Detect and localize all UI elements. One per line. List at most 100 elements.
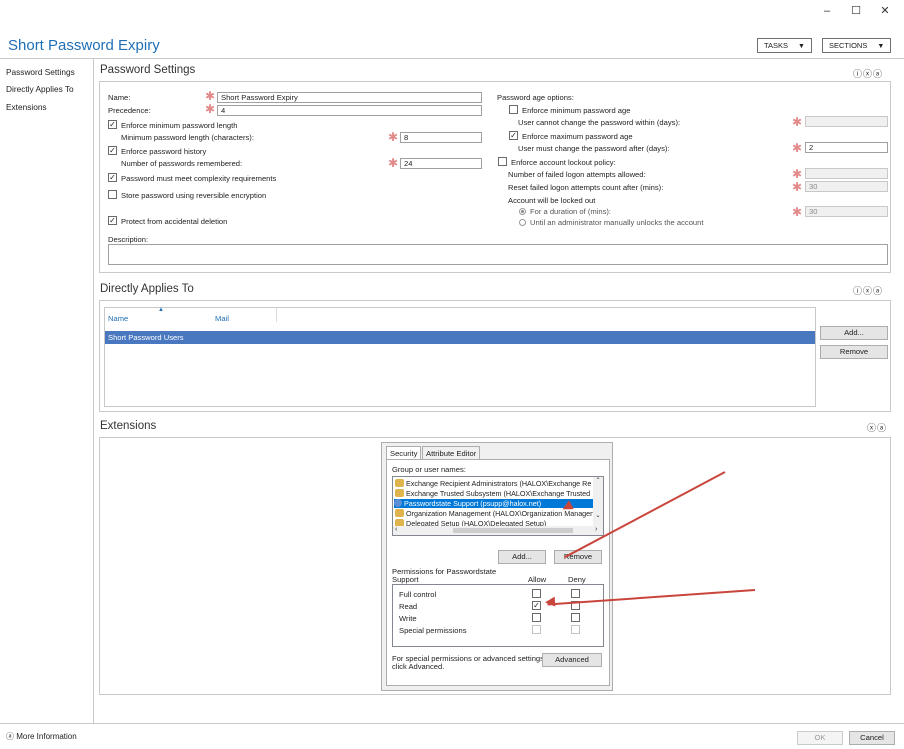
minimize-button[interactable]: –	[818, 4, 836, 18]
nav-item-extensions[interactable]: Extensions	[6, 102, 47, 112]
write-allow-checkbox[interactable]	[532, 613, 541, 622]
close-icon[interactable]: ⓧ	[863, 286, 873, 296]
read-allow-checkbox[interactable]: ✓	[532, 601, 541, 610]
group-icon	[395, 479, 404, 487]
min-length-label: Minimum password length (characters):	[121, 133, 254, 142]
description-textarea[interactable]	[108, 244, 888, 265]
list-item[interactable]: Exchange Trusted Subsystem (HALOX\Exchan…	[395, 489, 590, 498]
reversible-checkbox[interactable]	[108, 190, 117, 199]
cancel-button[interactable]: Cancel	[849, 731, 895, 745]
applies-to-grid	[104, 307, 816, 407]
column-header-name[interactable]: Name	[108, 314, 128, 323]
tasks-dropdown[interactable]: TASKS ▼	[757, 38, 812, 53]
list-item[interactable]: Exchange Recipient Administrators (HALOX…	[395, 479, 591, 488]
full-control-allow-checkbox[interactable]	[532, 589, 541, 598]
group-or-user-label: Group or user names:	[392, 465, 466, 474]
close-icon[interactable]: ⓧ	[867, 423, 877, 433]
page-title: Short Password Expiry	[8, 37, 160, 54]
help-icon[interactable]: ⓘ	[853, 69, 863, 79]
applies-remove-button[interactable]: Remove	[820, 345, 888, 359]
column-header-mail[interactable]: Mail	[215, 314, 229, 323]
scroll-left-icon[interactable]: ‹	[395, 526, 397, 533]
sections-label: SECTIONS	[829, 41, 868, 50]
enforce-max-age-checkbox[interactable]: ✓	[509, 131, 518, 140]
failed-attempts-input[interactable]	[805, 168, 888, 179]
special-deny-checkbox[interactable]	[571, 625, 580, 634]
group-icon	[395, 489, 404, 497]
extensions-heading: Extensions	[100, 420, 157, 432]
duration-radio[interactable]	[519, 208, 526, 215]
row-name: Short Password Users	[108, 333, 184, 342]
precedence-input[interactable]: 4	[217, 105, 482, 116]
required-icon: ✱	[388, 130, 399, 144]
permissions-title-line2: Support	[392, 575, 419, 584]
nav-item-directly-applies-to[interactable]: Directly Applies To	[6, 84, 74, 94]
security-dialog: Security Attribute Editor Group or user …	[381, 442, 613, 691]
enforce-min-age-checkbox[interactable]	[509, 105, 518, 114]
tab-security[interactable]: Security	[386, 446, 422, 460]
name-input[interactable]: Short Password Expiry	[217, 92, 482, 103]
help-icon[interactable]: ⓘ	[853, 286, 863, 296]
sections-dropdown[interactable]: SECTIONS ▼	[822, 38, 892, 53]
required-icon: ✱	[388, 156, 399, 170]
user-icon	[394, 499, 402, 507]
enforce-min-length-checkbox[interactable]: ✓	[108, 120, 117, 129]
protect-checkbox[interactable]: ✓	[108, 216, 117, 225]
security-add-button[interactable]: Add...	[498, 550, 546, 564]
collapse-icon[interactable]: ⓐ	[873, 286, 883, 296]
permission-name: Special permissions	[399, 626, 467, 635]
scroll-right-icon[interactable]: ›	[595, 526, 597, 533]
collapse-icon[interactable]: ⓐ	[877, 423, 887, 433]
name-label: Name:	[108, 93, 131, 102]
table-row[interactable]: Short Password Users	[105, 331, 815, 344]
full-control-deny-checkbox[interactable]	[571, 589, 580, 598]
required-icon: ✱	[792, 180, 803, 194]
complexity-label: Password must meet complexity requiremen…	[121, 174, 277, 183]
security-remove-button[interactable]: Remove	[554, 550, 602, 564]
history-input[interactable]: 24	[400, 158, 482, 169]
scroll-down-icon[interactable]: ⌄	[593, 512, 603, 519]
tab-attribute-editor[interactable]: Attribute Editor	[422, 446, 481, 460]
header-divider	[0, 58, 904, 59]
applies-add-button[interactable]: Add...	[820, 326, 888, 340]
lockout-checkbox[interactable]	[498, 157, 507, 166]
min-age-input[interactable]	[805, 116, 888, 127]
horizontal-scrollbar[interactable]: ‹ ›	[393, 526, 603, 535]
until-admin-label: Until an administrator manually unlocks …	[530, 218, 704, 227]
history-label: Number of passwords remembered:	[121, 159, 243, 168]
lockout-label: Enforce account lockout policy:	[511, 158, 616, 167]
special-allow-checkbox[interactable]	[532, 625, 541, 634]
collapse-icon[interactable]: ⓐ	[873, 69, 883, 79]
more-information-link[interactable]: ⓐ More Information	[6, 731, 77, 742]
column-divider	[276, 308, 277, 322]
min-length-input[interactable]: 8	[400, 132, 482, 143]
locked-out-label: Account will be locked out	[508, 196, 596, 205]
nav-item-password-settings[interactable]: Password Settings	[6, 67, 75, 77]
close-window-button[interactable]: ✕	[876, 4, 894, 18]
section-icons: ⓘⓧⓐ	[853, 67, 883, 80]
scroll-up-icon[interactable]: ⌃	[593, 477, 603, 484]
write-deny-checkbox[interactable]	[571, 613, 580, 622]
advanced-note-line2: click Advanced.	[392, 662, 445, 671]
duration-input[interactable]: 30	[805, 206, 888, 217]
ok-button[interactable]: OK	[797, 731, 843, 745]
vertical-scrollbar[interactable]: ⌃ ⌄	[593, 477, 603, 527]
close-icon[interactable]: ⓧ	[863, 69, 873, 79]
tasks-label: TASKS	[764, 41, 789, 50]
max-age-input[interactable]: 2	[805, 142, 888, 153]
until-admin-radio[interactable]	[519, 219, 526, 226]
advanced-button[interactable]: Advanced	[542, 653, 602, 667]
maximize-button[interactable]: ☐	[847, 4, 865, 18]
sidebar	[0, 59, 94, 723]
scrollbar-thumb[interactable]	[453, 528, 573, 533]
section-icons: ⓘⓧⓐ	[853, 284, 883, 297]
complexity-checkbox[interactable]: ✓	[108, 173, 117, 182]
reset-count-input[interactable]: 30	[805, 181, 888, 192]
enforce-min-length-label: Enforce minimum password length	[121, 121, 238, 130]
age-options-label: Password age options:	[497, 93, 574, 102]
deny-header: Deny	[568, 575, 586, 584]
failed-attempts-label: Number of failed logon attempts allowed:	[508, 170, 646, 179]
sort-ascending-icon: ▲	[158, 307, 164, 313]
precedence-label: Precedence:	[108, 106, 151, 115]
enforce-history-checkbox[interactable]: ✓	[108, 146, 117, 155]
